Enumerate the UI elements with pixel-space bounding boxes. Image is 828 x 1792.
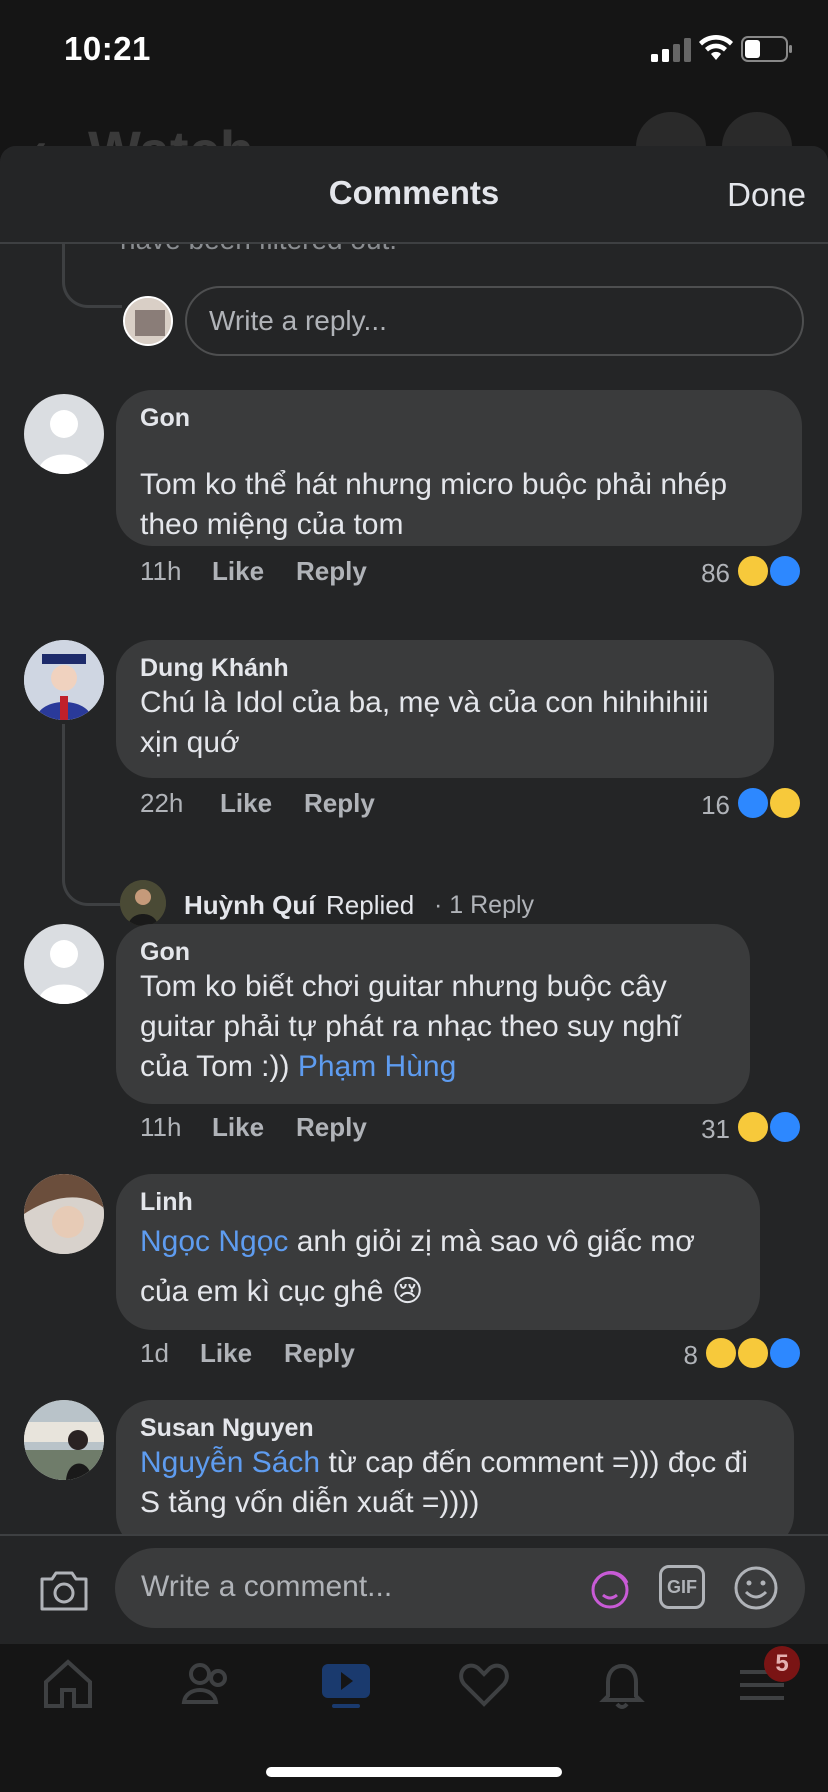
mention-link[interactable]: Phạm Hùng xyxy=(298,1050,456,1083)
crying-emoji-icon: 😢 xyxy=(391,1275,424,1308)
comment-bubble[interactable]: Gon Tom ko biết chơi guitar nhưng buộc c… xyxy=(116,924,750,1104)
reactions-summary[interactable]: 31 xyxy=(690,1110,806,1150)
avatar-sticker-icon[interactable] xyxy=(587,1565,633,1611)
comment-placeholder: Write a comment... xyxy=(141,1570,393,1603)
replied-label: Replied xyxy=(326,890,415,920)
menu-badge: 5 xyxy=(764,1646,800,1682)
comments-list[interactable]: have been filtered out. Write a reply...… xyxy=(0,244,828,1534)
comment-text: Tom ko thể hát nhưng micro buộc phải nhé… xyxy=(140,468,728,541)
like-reaction-icon xyxy=(768,1110,802,1144)
comment-time: 1d xyxy=(140,1338,169,1368)
reactions-summary[interactable]: 86 xyxy=(690,554,806,594)
comment-text: Chú là Idol của ba, mẹ và của con hihihi… xyxy=(140,686,709,759)
status-time: 10:21 xyxy=(64,30,151,67)
reaction-count: 86 xyxy=(701,558,730,588)
avatar[interactable] xyxy=(123,296,173,346)
comment-time: 11h xyxy=(140,556,182,586)
status-bar: 10:21 xyxy=(0,0,828,100)
like-reaction-icon xyxy=(768,1336,802,1370)
comment-text-wrapper: Ngọc Ngọc anh giỏi zị mà sao vô giấc mơ … xyxy=(140,1217,736,1317)
reactions-summary[interactable]: 8 xyxy=(660,1336,806,1376)
haha-reaction-icon xyxy=(736,554,770,588)
camera-icon[interactable] xyxy=(38,1569,90,1613)
avatar[interactable] xyxy=(24,1400,104,1480)
avatar[interactable] xyxy=(24,1174,104,1254)
comment-text-wrapper: Nguyễn Sách từ cap đến comment =))) đọc … xyxy=(140,1443,770,1523)
reactions-summary[interactable]: 16 xyxy=(690,786,806,826)
battery-icon xyxy=(741,36,792,62)
gif-label: GIF xyxy=(667,1577,697,1597)
reply-count: · 1 Reply xyxy=(434,891,535,919)
reaction-count: 8 xyxy=(683,1340,698,1370)
like-button[interactable]: Like xyxy=(220,788,272,819)
like-reaction-icon xyxy=(736,786,770,820)
haha-reaction-icon xyxy=(768,786,802,820)
cellular-signal-icon xyxy=(651,38,691,62)
user-photo-icon xyxy=(24,1174,104,1254)
reply-button[interactable]: Reply xyxy=(304,788,375,819)
haha-reaction-icon xyxy=(704,1336,738,1370)
notifications-icon[interactable] xyxy=(594,1656,650,1712)
default-user-icon xyxy=(38,410,90,474)
dating-icon[interactable] xyxy=(456,1656,512,1712)
filtered-note: have been filtered out. xyxy=(120,244,397,256)
comment-bubble[interactable]: Linh Ngọc Ngọc anh giỏi zị mà sao vô giấ… xyxy=(116,1174,760,1330)
comment-bubble[interactable]: Gon Tom ko thể hát nhưng micro buộc phải… xyxy=(116,390,802,546)
user-photo-icon xyxy=(120,880,166,926)
replies-summary[interactable]: Huỳnh Quí Replied · 1 Reply xyxy=(120,880,720,930)
comment-input[interactable]: Write a comment... GIF xyxy=(115,1548,805,1628)
like-button[interactable]: Like xyxy=(212,1112,264,1143)
wifi-icon xyxy=(699,34,733,60)
comment-actions: 22h Like Reply xyxy=(140,788,740,828)
comment-author[interactable]: Susan Nguyen xyxy=(140,1414,770,1443)
reaction-count: 31 xyxy=(701,1114,730,1144)
sheet-title: Comments xyxy=(328,174,500,211)
reply-button[interactable]: Reply xyxy=(296,556,367,587)
mention-link[interactable]: Nguyễn Sách xyxy=(140,1446,320,1479)
thread-connector xyxy=(62,844,122,906)
avatar[interactable] xyxy=(24,394,104,474)
like-button[interactable]: Like xyxy=(212,556,264,587)
sad-reaction-icon xyxy=(736,1336,770,1370)
thread-connector xyxy=(62,244,122,308)
comment-author[interactable]: Linh xyxy=(140,1188,736,1217)
comment-author[interactable]: Dung Khánh xyxy=(140,654,750,683)
reaction-count: 16 xyxy=(701,790,730,820)
like-button[interactable]: Like xyxy=(200,1338,252,1369)
comment-bubble[interactable]: Susan Nguyen Nguyễn Sách từ cap đến comm… xyxy=(116,1400,794,1534)
reply-button[interactable]: Reply xyxy=(284,1338,355,1369)
comment-actions: 11h Like Reply xyxy=(140,1112,740,1152)
avatar[interactable] xyxy=(24,924,104,1004)
comment-composer: Write a comment... GIF xyxy=(0,1534,828,1644)
friends-icon[interactable] xyxy=(180,1656,236,1712)
comments-sheet: Comments Done have been filtered out. Wr… xyxy=(0,146,828,1644)
user-photo-icon xyxy=(24,1400,104,1480)
watch-icon[interactable] xyxy=(318,1656,374,1712)
default-user-icon xyxy=(38,940,90,1004)
avatar xyxy=(120,880,166,926)
haha-reaction-icon xyxy=(736,1110,770,1144)
comment-text-wrapper: Tom ko biết chơi guitar nhưng buộc cây g… xyxy=(140,967,726,1087)
like-reaction-icon xyxy=(768,554,802,588)
emoji-icon[interactable] xyxy=(733,1565,779,1611)
avatar[interactable] xyxy=(24,640,104,720)
replier-name[interactable]: Huỳnh Quí xyxy=(184,890,315,921)
done-button[interactable]: Done xyxy=(727,176,806,214)
sheet-header: Comments Done xyxy=(0,146,828,244)
reply-input[interactable]: Write a reply... xyxy=(185,286,804,356)
graduate-photo-icon xyxy=(24,640,104,720)
comment-time: 11h xyxy=(140,1112,182,1142)
gif-button[interactable]: GIF xyxy=(659,1565,705,1609)
comment-author[interactable]: Gon xyxy=(140,404,778,433)
home-icon[interactable] xyxy=(40,1656,96,1712)
home-indicator[interactable] xyxy=(266,1767,562,1777)
comment-author[interactable]: Gon xyxy=(140,938,726,967)
reply-button[interactable]: Reply xyxy=(296,1112,367,1143)
comment-actions: 1d Like Reply xyxy=(140,1338,740,1378)
user-photo-icon xyxy=(125,298,171,344)
comment-bubble[interactable]: Dung Khánh Chú là Idol của ba, mẹ và của… xyxy=(116,640,774,778)
comment-time: 22h xyxy=(140,788,184,818)
mention-link[interactable]: Ngọc Ngọc xyxy=(140,1225,288,1258)
